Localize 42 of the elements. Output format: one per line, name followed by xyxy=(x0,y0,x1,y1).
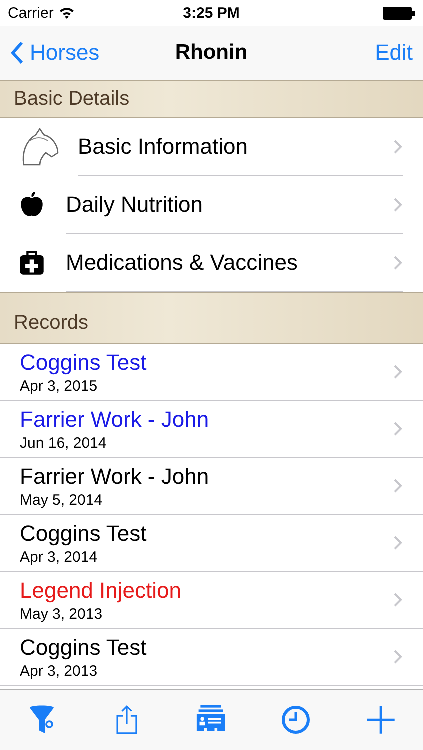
record-row[interactable]: Coggins Test Apr 3, 2013 xyxy=(0,629,423,686)
back-chevron-icon[interactable] xyxy=(10,41,24,65)
chevron-icon xyxy=(393,478,403,494)
record-date: May 3, 2013 xyxy=(20,606,104,622)
clock-icon[interactable] xyxy=(281,705,312,735)
chevron-icon xyxy=(393,421,403,437)
record-date: Apr 3, 2013 xyxy=(20,662,99,680)
carrier-label: Carrier xyxy=(8,4,54,22)
battery-icon xyxy=(382,6,415,20)
record-name: Coggins Test xyxy=(20,350,148,376)
record-row[interactable]: Legend Injection May 3, 2013 xyxy=(0,572,423,629)
section-header: Records xyxy=(0,292,423,344)
record-row[interactable]: Farrier Work - John May 5, 2014 xyxy=(0,458,423,515)
edit-button[interactable]: Edit xyxy=(375,40,413,66)
menu-item[interactable]: Basic Information xyxy=(0,118,423,176)
menu-item[interactable]: Daily Nutrition xyxy=(0,176,423,234)
add-icon[interactable] xyxy=(366,705,396,735)
chevron-icon xyxy=(393,138,403,154)
chevron-icon xyxy=(393,592,403,608)
section-header: Basic Details xyxy=(0,80,423,118)
record-date: Apr 3, 2015 xyxy=(20,378,99,394)
nav-title: Rhonin xyxy=(175,41,248,65)
chevron-icon xyxy=(393,649,403,665)
medical-kit-icon xyxy=(18,249,46,277)
record-date: Apr 3, 2014 xyxy=(20,548,99,566)
chevron-icon xyxy=(393,364,403,380)
record-row[interactable]: Coggins Test Apr 3, 2014 xyxy=(0,515,423,572)
record-name: Coggins Test xyxy=(20,520,148,546)
status-time: 3:25 PM xyxy=(183,4,240,22)
record-date: Jun 16, 2014 xyxy=(20,434,108,452)
record-name: Legend Injection xyxy=(20,578,182,604)
record-date: May 5, 2014 xyxy=(20,492,104,508)
record-name: Farrier Work - John xyxy=(20,406,210,432)
record-row[interactable]: Farrier Work - John Jun 16, 2014 xyxy=(0,401,423,458)
chevron-icon xyxy=(393,196,403,212)
back-button[interactable]: Horses xyxy=(10,40,100,66)
wifi-icon xyxy=(58,7,75,19)
chevron-icon xyxy=(393,254,403,270)
record-name: Farrier Work - John xyxy=(20,464,210,490)
chevron-icon xyxy=(393,535,403,551)
record-name: Coggins Test xyxy=(20,634,148,660)
record-row[interactable]: Coggins Test Apr 3, 2015 xyxy=(0,344,423,401)
